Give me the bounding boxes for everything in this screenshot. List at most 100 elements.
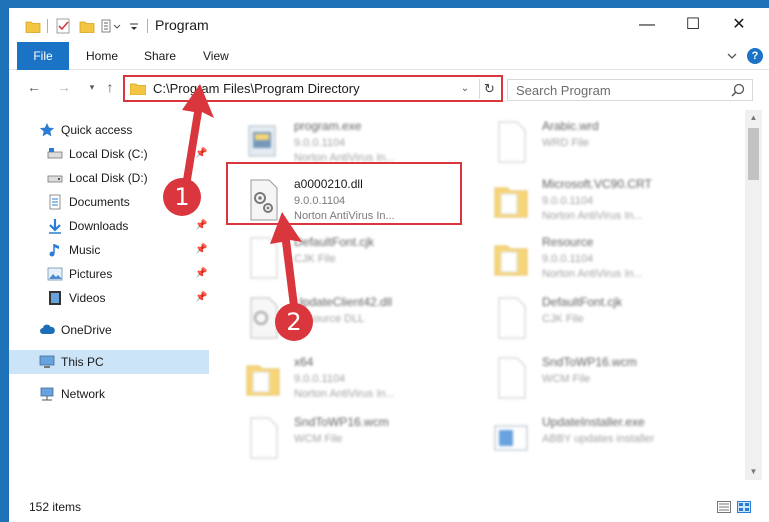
file-type: WCM File xyxy=(542,373,591,385)
recent-locations-button[interactable]: ▾ xyxy=(83,78,101,96)
chevron-down-icon[interactable] xyxy=(725,49,739,63)
file-item[interactable]: DefaultFont.cjk CJK File xyxy=(235,230,471,286)
download-icon xyxy=(49,219,61,234)
navigation-pane: Quick access Local Disk (C:) 📌 Local Dis… xyxy=(9,110,209,482)
title-bar: Program — ☐ ✕ xyxy=(9,8,769,42)
file-item[interactable]: UpdateInstaller.exe ABBY updates install… xyxy=(483,410,719,466)
maximize-button[interactable]: ☐ xyxy=(670,8,716,42)
scroll-down-button[interactable]: ▼ xyxy=(745,464,762,480)
file-description: Norton AntiVirus In... xyxy=(542,268,643,280)
scroll-thumb[interactable] xyxy=(748,128,759,180)
quick-access-customize-icon[interactable] xyxy=(101,18,123,34)
file-icon xyxy=(498,121,526,163)
address-bar[interactable]: C:\Program Files\Program Directory ⌄ ↻ xyxy=(123,75,503,102)
file-item[interactable]: Arabic.wrd WRD File xyxy=(483,114,719,170)
tab-file[interactable]: File xyxy=(17,42,69,70)
minimize-button[interactable]: — xyxy=(624,8,670,42)
sidebar-item-videos[interactable]: Videos 📌 xyxy=(9,286,209,310)
file-version: 9.0.0.1104 xyxy=(542,195,594,207)
network-icon xyxy=(40,387,54,401)
sidebar-item-pictures[interactable]: Pictures 📌 xyxy=(9,262,209,286)
address-dropdown-button[interactable]: ⌄ xyxy=(457,80,473,98)
file-name: SndToWP16.wcm xyxy=(542,355,637,369)
documents-icon xyxy=(49,194,61,210)
file-item[interactable]: Resource 9.0.0.1104 Norton AntiVirus In.… xyxy=(483,230,719,286)
file-item[interactable]: Microsoft.VC90.CRT 9.0.0.1104 Norton Ant… xyxy=(483,172,719,228)
file-name: Microsoft.VC90.CRT xyxy=(542,177,652,191)
computer-icon xyxy=(39,355,55,368)
pin-icon[interactable]: 📌 xyxy=(195,244,207,256)
pin-icon[interactable]: 📌 xyxy=(195,268,207,280)
pin-icon[interactable]: 📌 xyxy=(195,148,207,160)
tiles-view-icon[interactable] xyxy=(737,501,751,513)
up-button[interactable]: ↑ xyxy=(101,78,119,96)
music-icon xyxy=(49,244,59,257)
file-item[interactable]: SndToWP16.wcm WCM File xyxy=(483,350,719,406)
scroll-up-button[interactable]: ▲ xyxy=(745,110,762,126)
sidebar-item-onedrive[interactable]: OneDrive xyxy=(9,318,209,342)
sidebar-item-downloads[interactable]: Downloads 📌 xyxy=(9,214,209,238)
sidebar-item-label: Pictures xyxy=(69,267,113,281)
back-button[interactable]: ← xyxy=(25,78,43,96)
explorer-window: Program — ☐ ✕ File Home Share View ? ← →… xyxy=(8,8,769,522)
folder-icon[interactable] xyxy=(25,18,41,34)
sidebar-item-label: OneDrive xyxy=(61,323,112,337)
sidebar-item-label: This PC xyxy=(61,355,104,369)
file-item[interactable]: DefaultFont.cjk CJK File xyxy=(483,290,719,346)
sidebar-item-label: Network xyxy=(61,387,106,401)
folder-icon xyxy=(494,187,528,218)
dll-file-highlight xyxy=(226,162,462,225)
file-type: WRD File xyxy=(542,137,590,149)
file-name: x64 xyxy=(294,355,314,369)
file-item[interactable]: x64 9.0.0.1104 Norton AntiVirus In... xyxy=(235,350,471,406)
status-bar: 152 items xyxy=(9,488,769,522)
file-item[interactable]: UpdateClient42.dll Resource DLL xyxy=(235,290,471,346)
ribbon-tabs: File Home Share View ? xyxy=(9,42,769,70)
folder-icon xyxy=(494,245,528,276)
star-icon xyxy=(39,123,55,137)
help-button[interactable]: ? xyxy=(747,48,763,64)
exe-file-icon xyxy=(248,125,276,157)
sidebar-item-label: Downloads xyxy=(69,219,129,233)
vertical-scrollbar[interactable]: ▲ ▼ xyxy=(745,110,762,480)
sidebar-item-local-disk-c[interactable]: Local Disk (C:) 📌 xyxy=(9,142,209,166)
pin-icon[interactable]: 📌 xyxy=(195,220,207,232)
address-path[interactable]: C:\Program Files\Program Directory xyxy=(153,81,360,96)
search-icon[interactable] xyxy=(730,82,746,98)
tab-home[interactable]: Home xyxy=(86,42,118,70)
file-item[interactable]: SndToWP16.wcm WCM File xyxy=(235,410,471,466)
tab-share[interactable]: Share xyxy=(144,42,176,70)
details-view-icon[interactable] xyxy=(717,501,731,513)
step-badge-2: 2 xyxy=(275,303,313,341)
sidebar-item-label: Quick access xyxy=(61,123,133,137)
chevron-down-icon[interactable] xyxy=(129,18,139,34)
sidebar-item-quick-access[interactable]: Quick access xyxy=(9,118,209,142)
file-version: 9.0.0.1104 xyxy=(294,137,346,149)
file-version: 9.0.0.1104 xyxy=(542,253,594,265)
tab-view[interactable]: View xyxy=(203,42,229,70)
refresh-button[interactable]: ↻ xyxy=(479,79,499,99)
sidebar-item-label: Music xyxy=(69,243,101,257)
divider xyxy=(147,19,148,33)
file-name: Arabic.wrd xyxy=(542,119,599,133)
pin-icon[interactable]: 📌 xyxy=(195,292,207,304)
sidebar-item-network[interactable]: Network xyxy=(9,382,209,406)
videos-icon xyxy=(49,291,61,305)
sidebar-item-music[interactable]: Music 📌 xyxy=(9,238,209,262)
properties-icon[interactable] xyxy=(55,18,71,34)
file-name: UpdateClient42.dll xyxy=(294,295,393,309)
new-folder-icon[interactable] xyxy=(79,18,95,34)
file-name: UpdateInstaller.exe xyxy=(542,415,645,429)
forward-button[interactable]: → xyxy=(55,78,73,96)
file-description: Norton AntiVirus In... xyxy=(542,210,643,222)
file-icon xyxy=(250,417,278,459)
pictures-icon xyxy=(47,267,63,281)
file-icon xyxy=(498,357,526,399)
search-placeholder: Search Program xyxy=(516,83,611,98)
file-name: DefaultFont.cjk xyxy=(542,295,623,309)
close-button[interactable]: ✕ xyxy=(716,8,762,42)
search-input[interactable]: Search Program xyxy=(507,79,753,101)
cloud-icon xyxy=(40,324,55,334)
sidebar-item-this-pc[interactable]: This PC xyxy=(9,350,209,374)
installer-icon xyxy=(494,425,528,451)
